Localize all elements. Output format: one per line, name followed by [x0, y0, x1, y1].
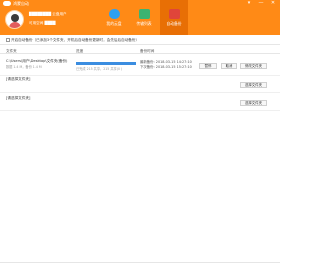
avatar[interactable]	[5, 10, 24, 29]
auto-backup-checkbox[interactable]	[6, 38, 10, 42]
column-header-progress: 进度	[76, 49, 84, 53]
tab-label: 传输列表	[136, 21, 152, 26]
row-divider	[0, 92, 280, 93]
row-folder-placeholder: [请选择文件夹]	[6, 77, 31, 81]
tab-label: 自动备份	[166, 21, 182, 26]
user-name: ████████ 云盘用户	[29, 12, 67, 16]
close-icon[interactable]: ✕	[268, 0, 278, 7]
menu-dropdown-icon[interactable]: ▾	[244, 0, 254, 7]
select-folder-button[interactable]: 选择文件夹	[240, 100, 267, 106]
select-folder-button[interactable]: 选择文件夹	[240, 82, 267, 88]
backup-icon	[169, 9, 180, 19]
avatar-body	[9, 22, 21, 28]
row-divider	[0, 110, 280, 111]
tab-transfer-list[interactable]: 传输列表	[130, 0, 158, 35]
cloud-icon	[109, 9, 120, 19]
row-folder-placeholder: [请选择文件夹]	[6, 96, 31, 100]
auto-backup-label: 开启自动备份（已添加3个文件夹，开机后自动备份更新时，会先后后自动备份）	[11, 38, 140, 42]
user-storage: 可用空间 ████	[29, 21, 56, 25]
app-logo-icon	[3, 1, 11, 6]
tab-my-cloud[interactable]: 我的云盘	[100, 0, 128, 35]
row-folder-size: 数据 1.4 M，备份 1.4 M	[6, 65, 42, 69]
column-header-folder: 文件夹	[6, 49, 17, 53]
pause-button[interactable]: 暂停	[199, 63, 217, 69]
transfer-icon	[139, 9, 150, 19]
cancel-button[interactable]: 取消	[221, 63, 237, 69]
row-folder-path: C:\Users\用户\Desktop\文件夹(备份)	[6, 59, 68, 63]
backup-progress-bar	[76, 62, 136, 65]
row-divider	[0, 75, 280, 76]
column-header-time: 备份时间	[140, 49, 155, 53]
backup-progress-fill	[76, 62, 136, 65]
tab-auto-backup[interactable]: 自动备份	[160, 0, 188, 35]
next-backup-time: 下次备份: 2018-03-15 15:27:10	[140, 65, 192, 69]
backup-progress-text: 已完成 215 共享，215 共享(0 )	[76, 67, 123, 71]
tab-label: 我的云盘	[106, 21, 122, 26]
app-title: 鸿蒙自动	[13, 1, 29, 6]
modify-folder-button[interactable]: 修改文件夹	[240, 63, 267, 69]
avatar-face	[11, 14, 19, 22]
status-bar	[0, 262, 280, 270]
minimize-icon[interactable]: —	[256, 0, 266, 7]
